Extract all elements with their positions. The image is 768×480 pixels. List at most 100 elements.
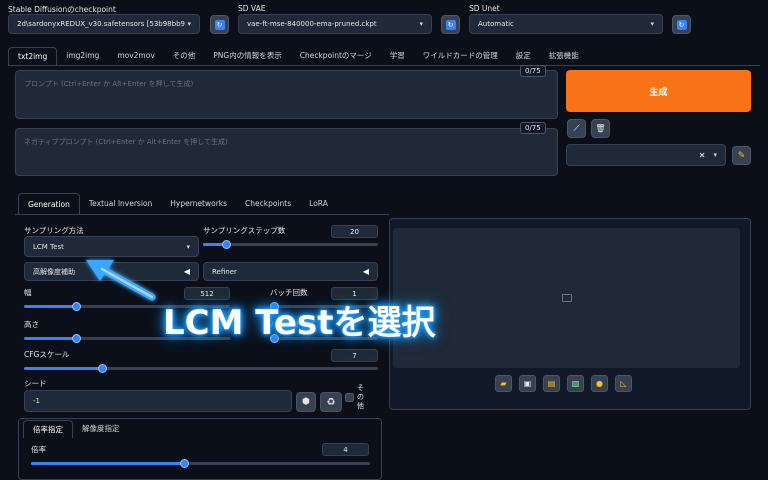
unet-label: SD Unet (469, 4, 500, 13)
extra-seed-label: その他 (357, 384, 364, 410)
image-placeholder-icon (561, 294, 572, 302)
recycle-icon: ♻ (326, 396, 336, 408)
refiner-accordion[interactable]: Refiner ◀ (203, 262, 378, 281)
unet-value: Automatic (478, 20, 514, 28)
slider-fill (24, 337, 76, 340)
chevron-down-icon: ▾ (187, 20, 191, 28)
refresh-checkpoint-button[interactable]: ↻ (210, 15, 229, 34)
chevron-down-icon: ▾ (650, 20, 654, 28)
collapse-triangle-icon: ◀ (362, 267, 369, 276)
collapse-triangle-icon: ◀ (183, 267, 190, 276)
tab-hypernetworks[interactable]: Hypernetworks (161, 193, 236, 214)
archive-icon: ▤ (547, 379, 556, 388)
paint-brush-button[interactable]: ⟋ (567, 119, 586, 138)
annotation-arrow (86, 260, 156, 301)
vae-select[interactable]: vae-ft-mse-840000-ema-pruned.ckpt ▾ (238, 14, 432, 34)
open-folder-button[interactable]: ▰ (495, 375, 512, 392)
refiner-label: Refiner (212, 267, 237, 276)
checkpoint-select[interactable]: 2d\sardonyxREDUX_v30.safetensors [53b98b… (8, 14, 200, 34)
negative-prompt-placeholder: ネガティブプロンプト (Ctrl+Enter か Alt+Enter を押して生… (24, 138, 228, 146)
annotation-text: LCM Testを選択 (163, 303, 436, 343)
sampling-steps-slider[interactable] (203, 240, 378, 249)
scale-slider[interactable] (31, 459, 370, 468)
tab-generation[interactable]: Generation (18, 193, 80, 214)
send-to-inpaint-button[interactable]: ● (591, 375, 608, 392)
sampling-method-value: LCM Test (33, 242, 64, 251)
zip-button[interactable]: ▤ (543, 375, 560, 392)
tab-extensions[interactable]: 拡張機能 (540, 47, 588, 65)
cfg-scale-label: CFGスケール (24, 350, 70, 359)
chevron-down-icon: ▾ (419, 20, 423, 28)
sub-tab-divider (15, 214, 389, 215)
tab-divider (8, 65, 760, 66)
palette-icon: ● (596, 379, 603, 388)
slider-fill (24, 367, 102, 370)
refresh-unet-button[interactable]: ↻ (672, 15, 691, 34)
random-seed-button[interactable]: ⬢ (296, 392, 316, 412)
generate-button[interactable]: 生成 (566, 70, 751, 112)
slider-thumb[interactable] (97, 364, 107, 373)
tab-png-info[interactable]: PNG内の情報を表示 (204, 47, 290, 65)
clear-icon[interactable]: ✕ (699, 151, 706, 160)
send-to-extras-button[interactable]: ◺ (615, 375, 632, 392)
cfg-scale-slider[interactable] (24, 364, 378, 373)
save-button[interactable]: ▣ (519, 375, 536, 392)
tab-other[interactable]: その他 (164, 47, 205, 65)
triangle-ruler-icon: ◺ (620, 379, 627, 388)
scale-input[interactable]: 4 (322, 443, 369, 456)
scale-label: 倍率 (31, 445, 46, 454)
tab-settings[interactable]: 設定 (507, 47, 540, 65)
slider-thumb[interactable] (179, 459, 189, 468)
seed-label: シード (24, 379, 47, 388)
height-label: 高さ (24, 320, 39, 329)
unet-select[interactable]: Automatic ▾ (469, 14, 663, 34)
prompt-textarea[interactable]: プロンプト (Ctrl+Enter か Alt+Enter を押して生成) (15, 70, 558, 119)
trash-button[interactable]: 🗑 (591, 119, 610, 138)
tab-wildcards[interactable]: ワイルドカードの管理 (414, 47, 507, 65)
trash-icon: 🗑 (595, 124, 606, 133)
seed-value: -1 (33, 397, 40, 405)
folder-icon: ▰ (500, 379, 507, 388)
refresh-icon: ↻ (676, 19, 687, 30)
tab-scale-to[interactable]: 解像度指定 (73, 420, 129, 438)
prompt-placeholder: プロンプト (Ctrl+Enter か Alt+Enter を押して生成) (24, 80, 194, 88)
styles-select[interactable]: ✕ ▾ (566, 144, 726, 166)
main-tabs: txt2img img2img mov2mov その他 PNG内の情報を表示 C… (8, 47, 588, 65)
refresh-vae-button[interactable]: ↻ (441, 15, 460, 34)
image-icon: ▨ (571, 379, 580, 388)
chevron-down-icon: ▾ (186, 242, 190, 251)
sub-tabs: Generation Textual Inversion Hypernetwor… (18, 193, 337, 214)
tab-checkpoints[interactable]: Checkpoints (236, 193, 300, 214)
tab-mov2mov[interactable]: mov2mov (108, 47, 163, 65)
refresh-icon: ↻ (445, 19, 456, 30)
vae-value: vae-ft-mse-840000-ema-pruned.ckpt (247, 20, 377, 28)
negative-prompt-textarea[interactable]: ネガティブプロンプト (Ctrl+Enter か Alt+Enter を押して生… (15, 128, 558, 176)
slider-fill (24, 305, 76, 308)
image-preview (393, 228, 740, 368)
sampling-steps-input[interactable]: 20 (331, 225, 378, 238)
extra-seed-checkbox[interactable] (345, 393, 354, 402)
tab-img2img[interactable]: img2img (57, 47, 108, 65)
negative-token-counter: 0/75 (520, 122, 546, 134)
apply-styles-button[interactable]: ✎ (732, 146, 751, 165)
tab-txt2img[interactable]: txt2img (8, 47, 58, 65)
chevron-down-icon: ▾ (713, 151, 717, 159)
reuse-seed-button[interactable]: ♻ (320, 392, 342, 412)
slider-thumb[interactable] (71, 334, 81, 343)
save-icon: ▣ (523, 379, 532, 388)
slider-fill (31, 462, 184, 465)
width-label: 幅 (24, 288, 32, 297)
cfg-scale-input[interactable]: 7 (331, 349, 378, 362)
tab-scale-by[interactable]: 倍率指定 (23, 420, 73, 438)
tab-textual-inversion[interactable]: Textual Inversion (80, 193, 161, 214)
checkpoint-value: 2d\sardonyxREDUX_v30.safetensors [53b98b… (17, 20, 185, 28)
sampling-method-select[interactable]: LCM Test ▾ (24, 236, 199, 257)
tab-lora[interactable]: LoRA (300, 193, 337, 214)
tab-checkpoint-merge[interactable]: Checkpointのマージ (291, 47, 381, 65)
vae-label: SD VAE (238, 4, 266, 13)
seed-input[interactable]: -1 (24, 390, 292, 412)
tab-train[interactable]: 学習 (381, 47, 414, 65)
refresh-icon: ↻ (214, 19, 225, 30)
slider-thumb[interactable] (221, 240, 231, 249)
send-to-img2img-button[interactable]: ▨ (567, 375, 584, 392)
